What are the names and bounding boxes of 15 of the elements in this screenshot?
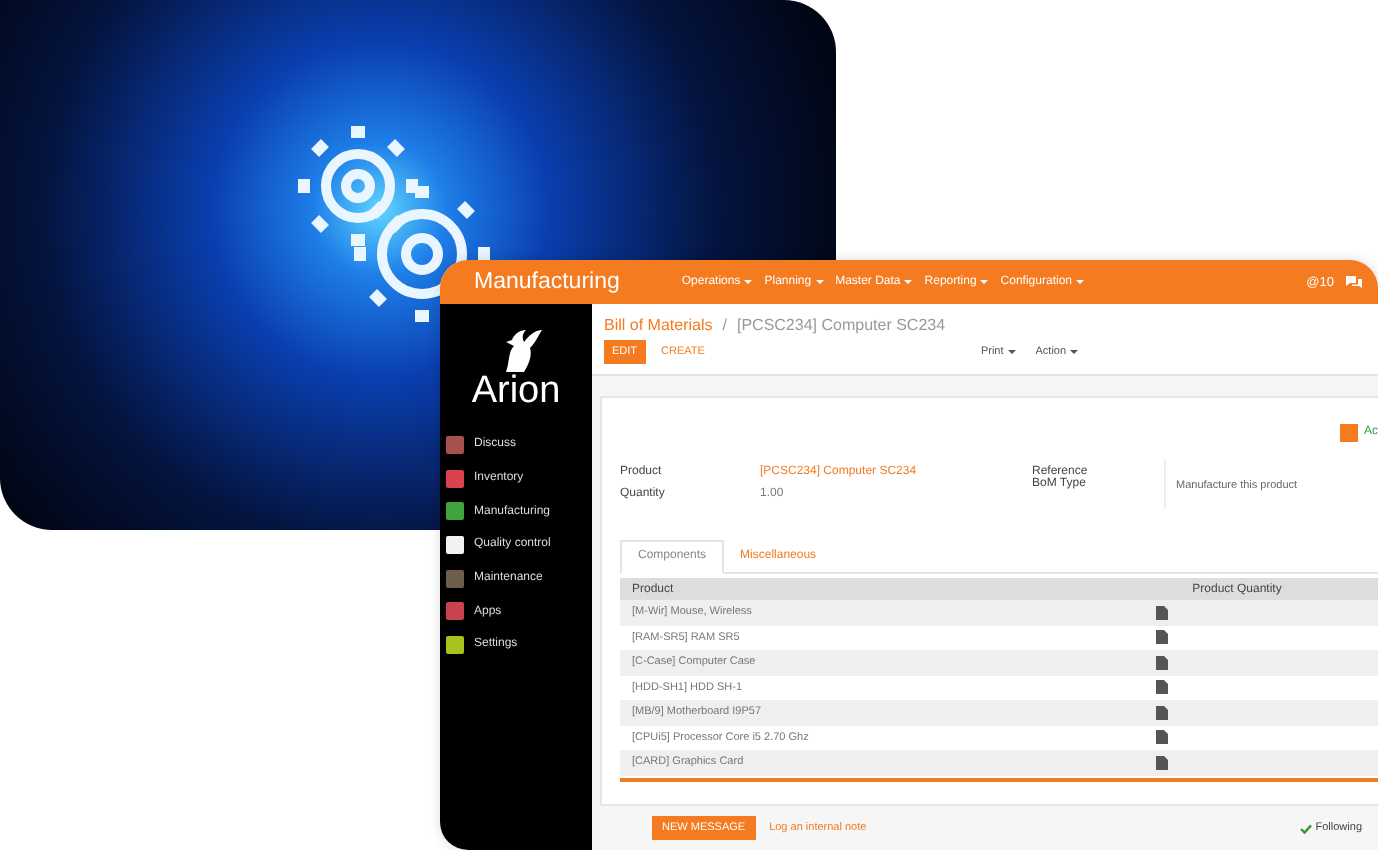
caret-icon: [744, 280, 753, 284]
caret-icon: [815, 280, 824, 284]
app-title: Manufacturing: [474, 270, 620, 294]
archive-icon: [1339, 423, 1358, 441]
logo-text: Arion: [471, 372, 561, 412]
caret-icon: [1007, 349, 1016, 354]
check-icon: [1299, 823, 1312, 833]
caret-icon: [980, 280, 989, 284]
breadcrumb-current: [PCSC234] Computer SC234: [736, 316, 946, 334]
caret-icon: [1070, 349, 1079, 354]
breadcrumb-link[interactable]: Bill of Materials: [604, 316, 713, 334]
breadcrumb-separator: /: [722, 316, 727, 334]
chat-icon[interactable]: [1346, 276, 1362, 288]
caret-icon: [904, 280, 913, 284]
caret-icon: [1076, 280, 1084, 284]
